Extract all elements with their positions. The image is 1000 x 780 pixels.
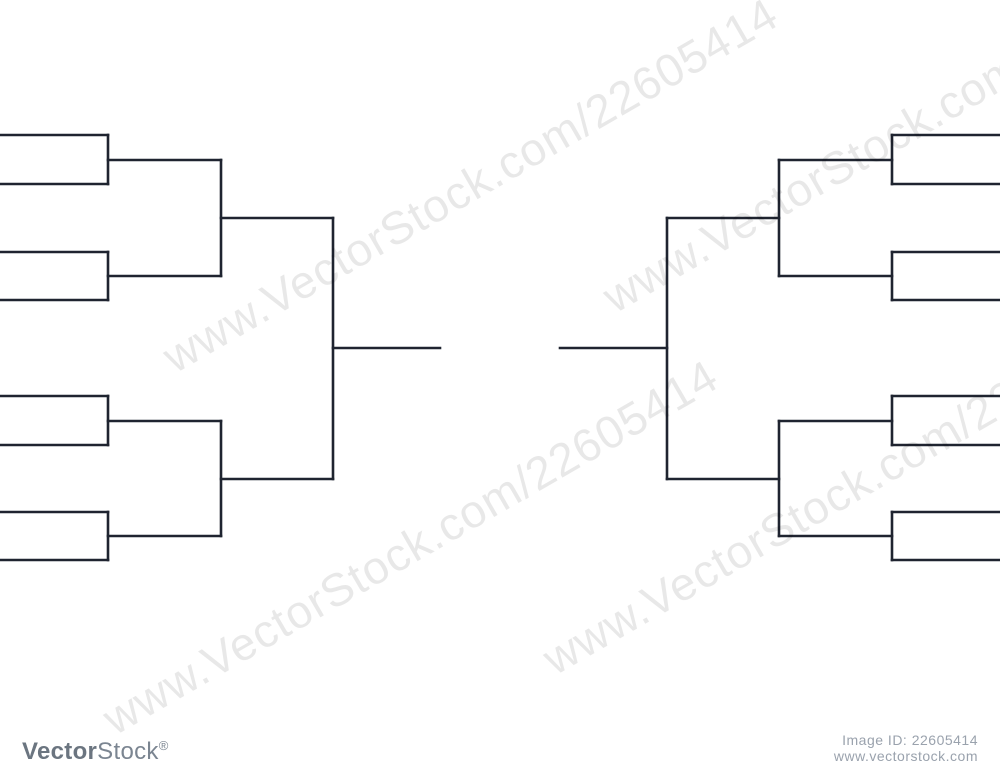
tournament-bracket [0,0,1000,780]
registered-mark: ® [159,738,169,753]
brand-logo: VectorStock® [22,738,169,766]
site-url: www.vectorstock.com [834,748,978,764]
brand-bold: Vector [22,738,97,765]
image-id: Image ID: 22605414 [834,732,978,748]
image-id-label: Image ID: 22605414 www.vectorstock.com [834,732,978,764]
brand-light: Stock [97,738,159,765]
